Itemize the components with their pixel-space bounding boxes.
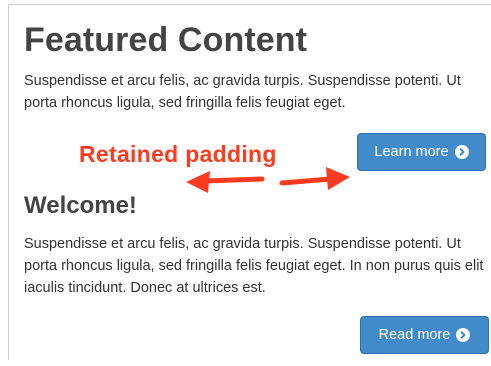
- welcome-section: Welcome! Suspendisse et arcu felis, ac g…: [24, 190, 484, 299]
- chevron-circle-right-icon: [456, 328, 471, 342]
- frame-bottom-fill: [8, 360, 491, 366]
- featured-body: Suspendisse et arcu felis, ac gravida tu…: [24, 73, 461, 111]
- featured-title: Featured Content: [24, 21, 308, 59]
- learn-more-button[interactable]: Learn more: [357, 133, 486, 171]
- read-more-label: Read more: [378, 327, 451, 343]
- featured-section: Featured Content Suspendisse et arcu fel…: [24, 18, 484, 114]
- welcome-body: Suspendisse et arcu felis, ac gravida tu…: [24, 236, 484, 296]
- chevron-circle-right-icon: [454, 145, 469, 159]
- learn-more-label: Learn more: [374, 144, 449, 160]
- welcome-title: Welcome!: [24, 192, 137, 219]
- read-more-button[interactable]: Read more: [360, 316, 489, 354]
- right-arrow-icon: [279, 167, 350, 190]
